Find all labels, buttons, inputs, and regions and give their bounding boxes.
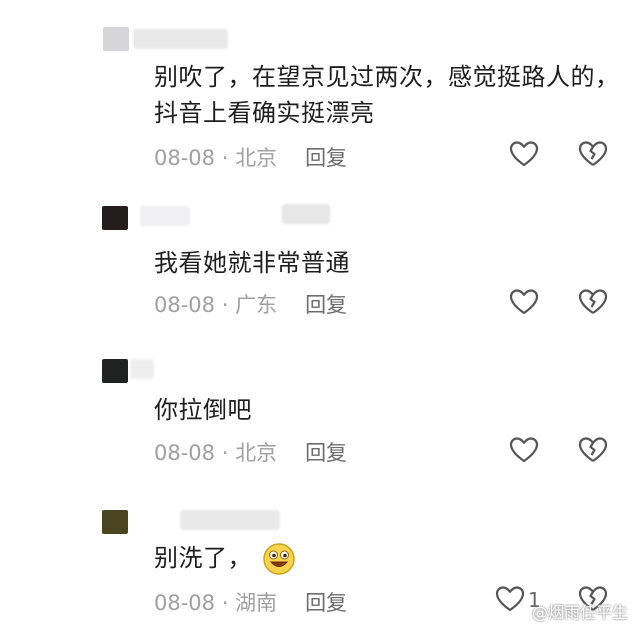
comment-date: 08-08	[154, 293, 216, 317]
heart-outline-icon[interactable]	[509, 288, 539, 316]
comment-text: 别吹了，在望京见过两次，感觉挺路人的， 抖音上看确实挺漂亮	[154, 59, 620, 131]
comment-text-line: 别洗了，	[154, 544, 252, 572]
comment-date: 08-08	[154, 146, 216, 170]
heart-outline-icon[interactable]	[509, 140, 539, 168]
comment-location: 湖南	[235, 591, 278, 615]
username-blurred[interactable]	[133, 29, 228, 49]
comment-meta: 08-08 · 湖南 回复	[154, 591, 348, 615]
comment-meta: 08-08 · 广东 回复	[154, 293, 348, 317]
comment-meta: 08-08 · 北京 回复	[154, 146, 348, 170]
grinning-face-emoji-icon	[263, 543, 295, 575]
watermark: @烟雨任平生	[531, 603, 628, 622]
comment-text: 我看她就非常普通	[154, 245, 350, 281]
username-blurred[interactable]	[140, 206, 190, 226]
avatar[interactable]	[102, 359, 128, 383]
avatar[interactable]	[102, 206, 128, 230]
broken-heart-icon[interactable]	[578, 436, 608, 464]
comment-date: 08-08	[154, 591, 216, 615]
reply-button[interactable]: 回复	[305, 293, 347, 317]
reply-button[interactable]: 回复	[305, 591, 347, 615]
username-blurred[interactable]	[180, 510, 280, 530]
avatar[interactable]	[102, 510, 128, 534]
comment-text: 你拉倒吧	[154, 392, 252, 428]
username-blurred[interactable]	[130, 359, 154, 379]
broken-heart-icon[interactable]	[578, 288, 608, 316]
reply-button[interactable]: 回复	[305, 146, 347, 170]
heart-outline-icon[interactable]	[495, 585, 525, 613]
reply-button[interactable]: 回复	[305, 441, 347, 465]
comment-text-line: 我看她就非常普通	[154, 249, 350, 277]
comment-text-line: 你拉倒吧	[154, 396, 252, 424]
comment-location: 北京	[235, 146, 278, 170]
comment-meta: 08-08 · 北京 回复	[154, 441, 348, 465]
avatar[interactable]	[103, 27, 129, 51]
comment-text-line: 别吹了，在望京见过两次，感觉挺路人的，	[154, 63, 620, 91]
broken-heart-icon[interactable]	[578, 140, 608, 168]
comment-text: 别洗了，	[154, 540, 296, 576]
heart-outline-icon[interactable]	[509, 436, 539, 464]
comment-date: 08-08	[154, 441, 216, 465]
comment-text-line: 抖音上看确实挺漂亮	[154, 99, 375, 127]
comment-location: 广东	[235, 293, 278, 317]
comment-location: 北京	[235, 441, 278, 465]
username-blurred[interactable]	[282, 204, 330, 224]
